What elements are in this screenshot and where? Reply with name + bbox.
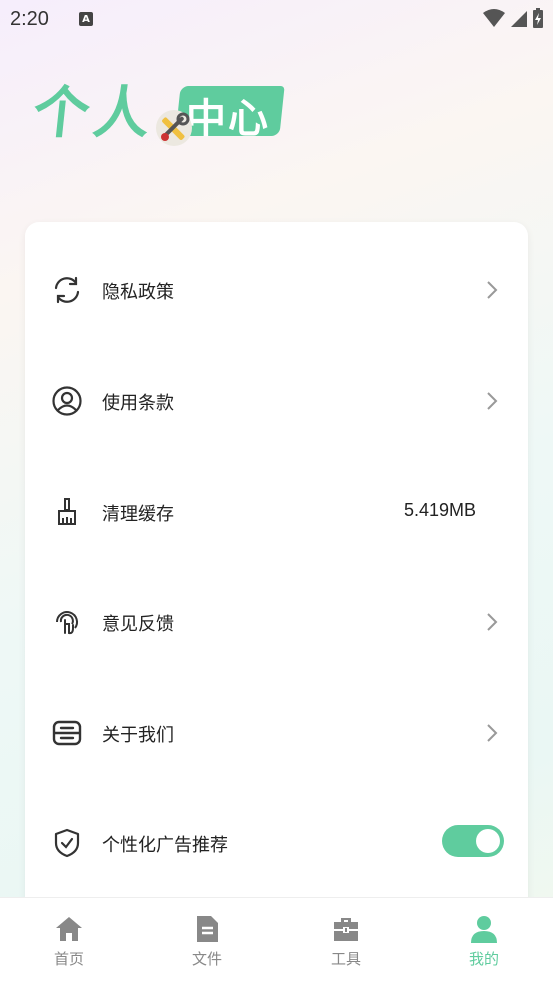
menu-item-terms-of-use[interactable]: 使用条款 xyxy=(25,371,528,431)
signal-icon xyxy=(511,11,527,27)
status-time: 2:20 xyxy=(10,7,49,30)
hero-title-personal: 个人 xyxy=(30,81,157,146)
menu-item-personalized-ads: 个性化广告推荐 xyxy=(25,813,528,873)
menu-item-label: 个性化广告推荐 xyxy=(102,835,228,856)
brush-icon xyxy=(58,498,76,525)
tab-mine[interactable]: 我的 xyxy=(444,914,524,974)
status-bar: 2:20 A xyxy=(0,0,553,38)
info-box-icon xyxy=(52,720,82,746)
menu-item-label: 隐私政策 xyxy=(102,282,174,303)
status-icons xyxy=(483,8,543,28)
menu-item-label: 清理缓存 xyxy=(102,504,174,525)
menu-item-label: 关于我们 xyxy=(102,725,174,746)
user-circle-icon xyxy=(52,386,82,416)
bottom-tab-bar: 首页 文件 工具 我的 xyxy=(0,897,553,983)
chevron-right-icon xyxy=(487,281,498,299)
notification-a-icon: A xyxy=(78,12,93,26)
tab-label: 文件 xyxy=(191,950,222,968)
tab-label: 工具 xyxy=(330,950,361,968)
hero-header: 个人 中心 xyxy=(30,68,304,158)
settings-card: 隐私政策 使用条款 清理缓存 5.419MB 意见反馈 关于我们 个性化广告推荐 xyxy=(25,222,528,922)
menu-item-label: 使用条款 xyxy=(102,393,174,414)
chevron-right-icon xyxy=(487,613,498,631)
tools-icon xyxy=(156,110,192,146)
menu-item-clear-cache[interactable]: 清理缓存 5.419MB xyxy=(25,482,528,542)
tab-tools[interactable]: 工具 xyxy=(306,914,386,974)
battery-icon xyxy=(533,8,543,28)
menu-item-about-us[interactable]: 关于我们 xyxy=(25,703,528,763)
tab-files[interactable]: 文件 xyxy=(167,914,247,974)
tab-label: 首页 xyxy=(53,950,84,968)
chevron-right-icon xyxy=(487,392,498,410)
person-icon xyxy=(471,916,497,943)
tab-home[interactable]: 首页 xyxy=(29,914,109,974)
toggle-knob xyxy=(476,829,500,853)
tab-label: 我的 xyxy=(468,950,499,968)
hero-title-center: 中心 xyxy=(186,96,270,142)
touch-icon xyxy=(56,611,78,635)
file-icon xyxy=(197,916,218,942)
cache-size-value: 5.419MB xyxy=(403,500,476,520)
personalized-ads-toggle[interactable] xyxy=(442,825,504,857)
menu-item-label: 意见反馈 xyxy=(102,614,174,635)
menu-item-feedback[interactable]: 意见反馈 xyxy=(25,592,528,652)
menu-item-privacy-policy[interactable]: 隐私政策 xyxy=(25,260,528,320)
home-icon xyxy=(56,917,82,941)
wifi-icon xyxy=(483,9,505,27)
toolbox-icon xyxy=(334,918,358,941)
shield-check-icon xyxy=(54,828,80,858)
sync-icon xyxy=(54,276,80,304)
chevron-right-icon xyxy=(487,724,498,742)
